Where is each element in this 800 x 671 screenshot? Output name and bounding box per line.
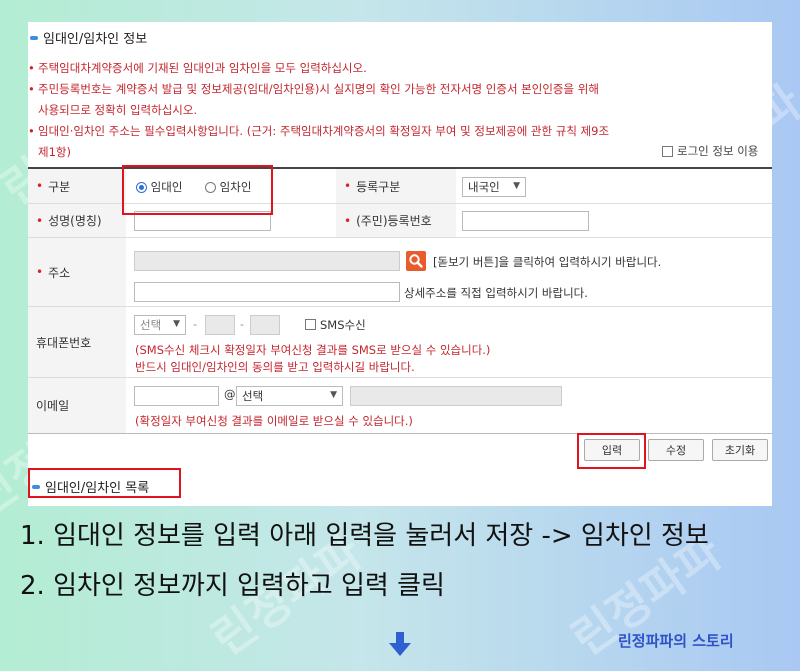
section-info-title: 임대인/임차인 정보: [30, 28, 147, 47]
name-label-text: 성명(명칭): [48, 214, 102, 228]
section-bullet-icon: [30, 35, 38, 40]
notice-block: • 주택임대차계약증서에 기재된 임대인과 임차인을 모두 입력하십시오. • 주민…: [28, 58, 768, 163]
address-input[interactable]: [134, 251, 400, 271]
email-label: 이메일: [28, 378, 126, 433]
notice-text: 주택임대차계약증서에 기재된 임대인과 임차인을 모두 입력하십시오.: [38, 61, 367, 75]
name-label: • 성명(명칭): [28, 204, 126, 237]
instruction-line: 1. 임대인 정보를 입력 아래 입력을 눌러서 저장 -> 임차인 정보: [20, 521, 709, 551]
phone-label: 휴대폰번호: [28, 307, 126, 377]
phone-prefix-value: 선택: [140, 318, 162, 332]
notice-line: 제1항): [28, 142, 768, 163]
type-label: • 구분: [28, 169, 126, 203]
form-panel: 임대인/임차인 정보 • 주택임대차계약증서에 기재된 임대인과 임차인을 모두 …: [28, 22, 772, 506]
reg-type-select[interactable]: 내국인 ▼: [462, 177, 526, 197]
chevron-down-icon: ▼: [330, 390, 337, 400]
type-label-text: 구분: [48, 179, 71, 194]
phone-dash: -: [193, 317, 198, 331]
reg-type-label-text: 등록구분: [356, 179, 401, 194]
email-label-text: 이메일: [36, 399, 70, 413]
phone-label-text: 휴대폰번호: [36, 335, 92, 350]
login-info-checkbox[interactable]: 로그인 정보 이용: [662, 143, 758, 159]
phone-prefix-select[interactable]: 선택 ▼: [134, 315, 186, 335]
checkbox-icon[interactable]: [305, 319, 316, 330]
notice-text: 주민등록번호는 계약증서 발급 및 정보제공(임대/임차인용)시 실지명의 확인…: [38, 82, 599, 96]
section-info-title-text: 임대인/임차인 정보: [43, 32, 148, 47]
chevron-down-icon: ▼: [173, 319, 180, 329]
notice-line: • 임대인·임차인 주소는 필수입력사항입니다. (근거: 주택임대차계약증서의 …: [28, 121, 768, 142]
phone-last-input[interactable]: [250, 315, 280, 335]
id-label-text: (주민)등록번호: [356, 214, 432, 228]
arrow-down-icon: [389, 632, 411, 656]
chevron-down-icon: ▼: [513, 181, 520, 191]
email-at: @: [224, 387, 236, 401]
id-label: • (주민)등록번호: [336, 204, 456, 237]
instruction-line: 2. 임차인 정보까지 입력하고 입력 클릭: [20, 571, 445, 601]
address-help: [돋보기 버튼]을 클릭하여 입력하시기 바랍니다.: [433, 255, 662, 269]
checkbox-icon[interactable]: [662, 145, 673, 157]
row-phone: 휴대폰번호 선택 ▼ - - SMS수신 (SMS수신 체크시 확정일자 부여신청…: [28, 307, 772, 378]
email-note: (확정일자 부여신청 결과를 이메일로 받으실 수 있습니다.): [135, 414, 413, 428]
reg-type-value: 내국인: [468, 180, 500, 194]
address-detail-input[interactable]: [134, 282, 400, 302]
brand-label: 린정파파의 스토리: [618, 632, 734, 650]
row-email: 이메일 @ 선택 ▼ (확정일자 부여신청 결과를 이메일로 받으실 수 있습니다…: [28, 378, 772, 434]
highlight-enter-box: [577, 433, 646, 469]
email-domain-select[interactable]: 선택 ▼: [236, 386, 343, 406]
phone-dash: -: [240, 317, 245, 331]
email-domain-value: 선택: [242, 389, 264, 403]
address-label: • 주소: [28, 238, 126, 306]
address-label-text: 주소: [48, 265, 71, 280]
highlight-radio-box: [122, 165, 273, 215]
sms-note: (SMS수신 체크시 확정일자 부여신청 결과를 SMS로 받으실 수 있습니다…: [135, 343, 491, 357]
notice-line: • 주민등록번호는 계약증서 발급 및 정보제공(임대/임차인용)시 실지명의 확…: [28, 79, 768, 100]
sms-label: SMS수신: [320, 318, 366, 332]
notice-bullet: •: [28, 61, 35, 75]
reset-button[interactable]: 초기화: [712, 439, 768, 461]
sms-checkbox[interactable]: SMS수신: [305, 317, 366, 333]
login-info-label: 로그인 정보 이용: [677, 144, 759, 158]
notice-bullet: •: [28, 124, 35, 138]
edit-button[interactable]: 수정: [648, 439, 704, 461]
notice-text: 사용되므로 정확히 입력하십시오.: [38, 103, 198, 117]
notice-line: 사용되므로 정확히 입력하십시오.: [28, 100, 768, 121]
sms-consent-note: 반드시 임대인/임차인의 동의를 받고 입력하시길 바랍니다.: [135, 360, 415, 374]
reg-type-label: • 등록구분: [336, 169, 456, 203]
highlight-list-box: [28, 468, 181, 498]
notice-text: 제1항): [38, 145, 71, 159]
email-domain-input[interactable]: [350, 386, 562, 406]
notice-text: 임대인·임차인 주소는 필수입력사항입니다. (근거: 주택임대차계약증서의 확…: [38, 124, 610, 138]
phone-middle-input[interactable]: [205, 315, 235, 335]
id-number-input[interactable]: [462, 211, 589, 231]
notice-line: • 주택임대차계약증서에 기재된 임대인과 임차인을 모두 입력하십시오.: [28, 58, 768, 79]
notice-bullet: •: [28, 82, 35, 96]
search-button[interactable]: [406, 251, 426, 271]
email-id-input[interactable]: [134, 386, 219, 406]
search-icon[interactable]: [406, 251, 426, 271]
row-address: • 주소 [돋보기 버튼]을 클릭하여 입력하시기 바랍니다. 상세주소를 직접 …: [28, 238, 772, 307]
address-detail-help: 상세주소를 직접 입력하시기 바랍니다.: [404, 286, 588, 300]
